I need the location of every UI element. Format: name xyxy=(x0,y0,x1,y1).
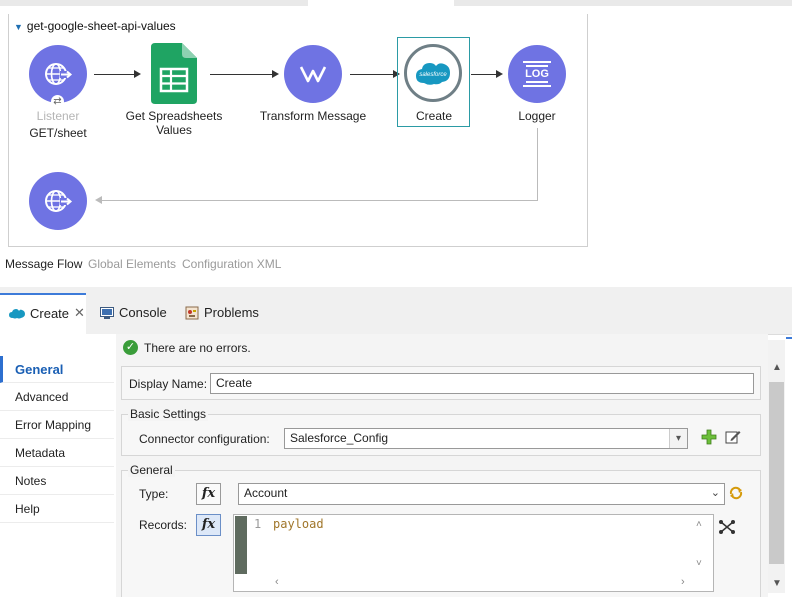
google-sheets-icon xyxy=(151,43,197,104)
tab-problems[interactable]: Problems xyxy=(185,305,259,320)
edit-config-button[interactable] xyxy=(725,429,741,445)
chevron-down-icon[interactable]: ▾ xyxy=(669,429,687,448)
general-group-title: General xyxy=(128,463,175,477)
arrow-head-icon xyxy=(272,70,279,78)
tab-configuration-xml[interactable]: Configuration XML xyxy=(182,257,281,271)
collapse-triangle-icon[interactable]: ▼ xyxy=(14,22,23,32)
sidebar-item-help[interactable]: Help xyxy=(0,496,114,523)
scrollbar-thumb[interactable] xyxy=(769,382,784,564)
dataweave-icon xyxy=(299,66,327,83)
connector-select[interactable]: Salesforce_Config ▾ xyxy=(284,428,688,449)
plus-icon xyxy=(701,429,717,445)
svg-text:salesforce: salesforce xyxy=(419,72,447,78)
editor-scroll-up-icon[interactable]: ˄ xyxy=(696,519,702,530)
editor-scroll-left-icon[interactable]: ‹ xyxy=(275,576,279,588)
sidebar-item-advanced[interactable]: Advanced xyxy=(0,384,114,411)
type-label: Type: xyxy=(139,487,169,501)
transform-node[interactable] xyxy=(284,45,342,103)
globe-arrow-icon xyxy=(45,63,73,85)
display-name-label: Display Name: xyxy=(129,377,208,391)
line-number: 1 xyxy=(254,517,262,531)
scroll-down-icon[interactable]: ▼ xyxy=(772,578,782,589)
scroll-up-icon[interactable]: ▲ xyxy=(772,362,782,373)
salesforce-icon: salesforce xyxy=(416,63,450,85)
chevron-down-icon[interactable]: ⌄ xyxy=(711,484,720,503)
sidebar-item-general[interactable]: General xyxy=(0,356,114,383)
edit-icon xyxy=(725,431,741,444)
sheets-label: Get Spreadsheets Values xyxy=(125,109,223,137)
return-arrow-head-icon xyxy=(95,196,102,204)
display-name-field[interactable]: Create xyxy=(210,373,754,394)
problems-icon xyxy=(185,306,199,319)
add-config-button[interactable] xyxy=(701,429,717,445)
flow-arrow xyxy=(350,74,393,75)
status-message: There are no errors. xyxy=(144,341,251,355)
flow-arrow xyxy=(94,74,134,75)
mapping-icon xyxy=(719,520,735,534)
editor-scroll-down-icon[interactable]: ˅ xyxy=(696,558,702,569)
refresh-metadata-button[interactable] xyxy=(728,485,744,501)
flow-title[interactable]: ▼ get-google-sheet-api-values xyxy=(14,19,176,33)
editor-scroll-right-icon[interactable]: › xyxy=(681,576,685,588)
salesforce-icon xyxy=(9,308,25,318)
editor-gutter-marker xyxy=(235,516,247,574)
type-select[interactable]: Account ⌄ xyxy=(238,483,725,505)
tab-global-elements[interactable]: Global Elements xyxy=(88,257,176,271)
top-tab-strip xyxy=(0,0,792,6)
records-label: Records: xyxy=(139,518,188,532)
globe-arrow-icon xyxy=(45,190,73,212)
type-fx-toggle[interactable]: fx xyxy=(196,483,221,505)
listener-path-label: GET/sheet xyxy=(29,126,87,140)
check-icon: ✓ xyxy=(123,340,138,355)
log-icon: LOG xyxy=(523,61,551,87)
tab-console[interactable]: Console xyxy=(100,305,167,320)
return-path-line xyxy=(100,200,538,201)
panel-edge-marker xyxy=(786,337,792,339)
code-text[interactable]: payload xyxy=(273,517,324,531)
create-node[interactable]: salesforce xyxy=(404,44,462,102)
sidebar-item-metadata[interactable]: Metadata xyxy=(0,440,114,467)
flow-arrow xyxy=(210,74,272,75)
properties-sidebar: General Advanced Error Mapping Metadata … xyxy=(0,334,117,597)
return-path-line xyxy=(537,128,538,201)
sidebar-item-notes[interactable]: Notes xyxy=(0,468,114,495)
tab-create-content[interactable]: Create ✕ xyxy=(9,305,85,321)
sidebar-item-error-mapping[interactable]: Error Mapping xyxy=(0,412,114,439)
arrow-head-icon xyxy=(134,70,141,78)
console-icon xyxy=(100,306,114,319)
refresh-icon xyxy=(729,486,743,500)
flow-arrow xyxy=(471,74,496,75)
logger-label: Logger xyxy=(518,109,556,123)
listener-label: Listener xyxy=(36,109,80,123)
basic-settings-title: Basic Settings xyxy=(128,407,209,421)
close-tab-icon[interactable]: ✕ xyxy=(74,305,85,321)
listener-response-node[interactable] xyxy=(29,172,87,230)
create-label: Create xyxy=(415,109,453,123)
tab-message-flow[interactable]: Message Flow xyxy=(5,257,82,271)
arrow-head-icon xyxy=(496,70,503,78)
connector-label: Connector configuration: xyxy=(139,432,270,446)
logger-node[interactable]: LOG xyxy=(508,45,566,103)
sheets-node[interactable] xyxy=(151,43,197,104)
mapping-button[interactable] xyxy=(718,519,736,535)
records-fx-toggle[interactable]: fx xyxy=(196,514,221,536)
transform-label: Transform Message xyxy=(259,109,367,123)
source-badge-icon: ⇄ xyxy=(51,95,64,108)
